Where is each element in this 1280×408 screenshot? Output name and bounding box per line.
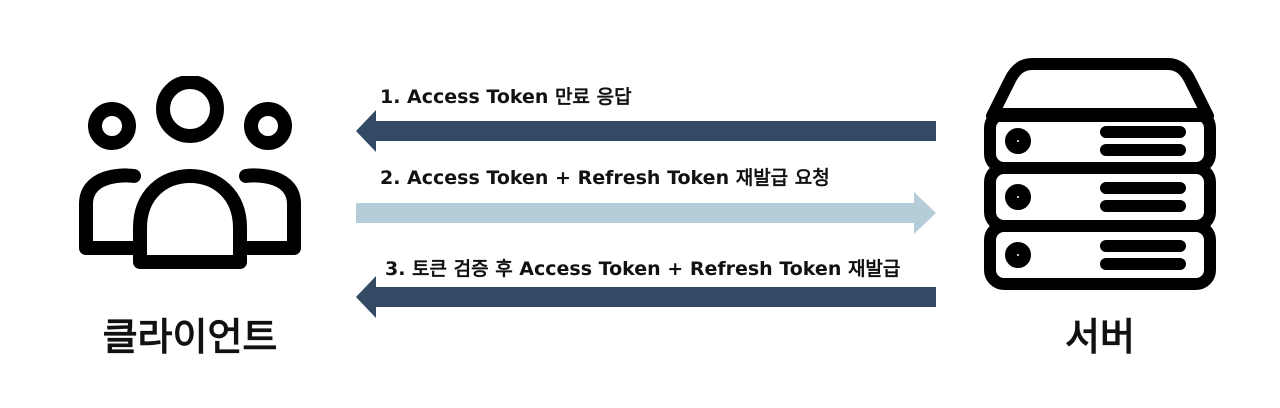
server-label: 서버 — [1065, 315, 1135, 359]
arrow-step-3 — [356, 276, 936, 318]
arrow-step-2 — [356, 192, 936, 234]
arrow-step-2-shape — [356, 192, 936, 234]
step-2-label: 2. Access Token + Refresh Token 재발급 요청 — [380, 167, 830, 189]
server-rack-icon — [982, 56, 1218, 292]
arrow-step-3-shape — [356, 276, 936, 318]
step-1-label: 1. Access Token 만료 응답 — [380, 86, 632, 108]
client-label: 클라이언트 — [102, 315, 278, 359]
arrow-step-1-shape — [356, 110, 936, 152]
arrow-step-1 — [356, 110, 936, 152]
users-icon — [72, 75, 312, 276]
